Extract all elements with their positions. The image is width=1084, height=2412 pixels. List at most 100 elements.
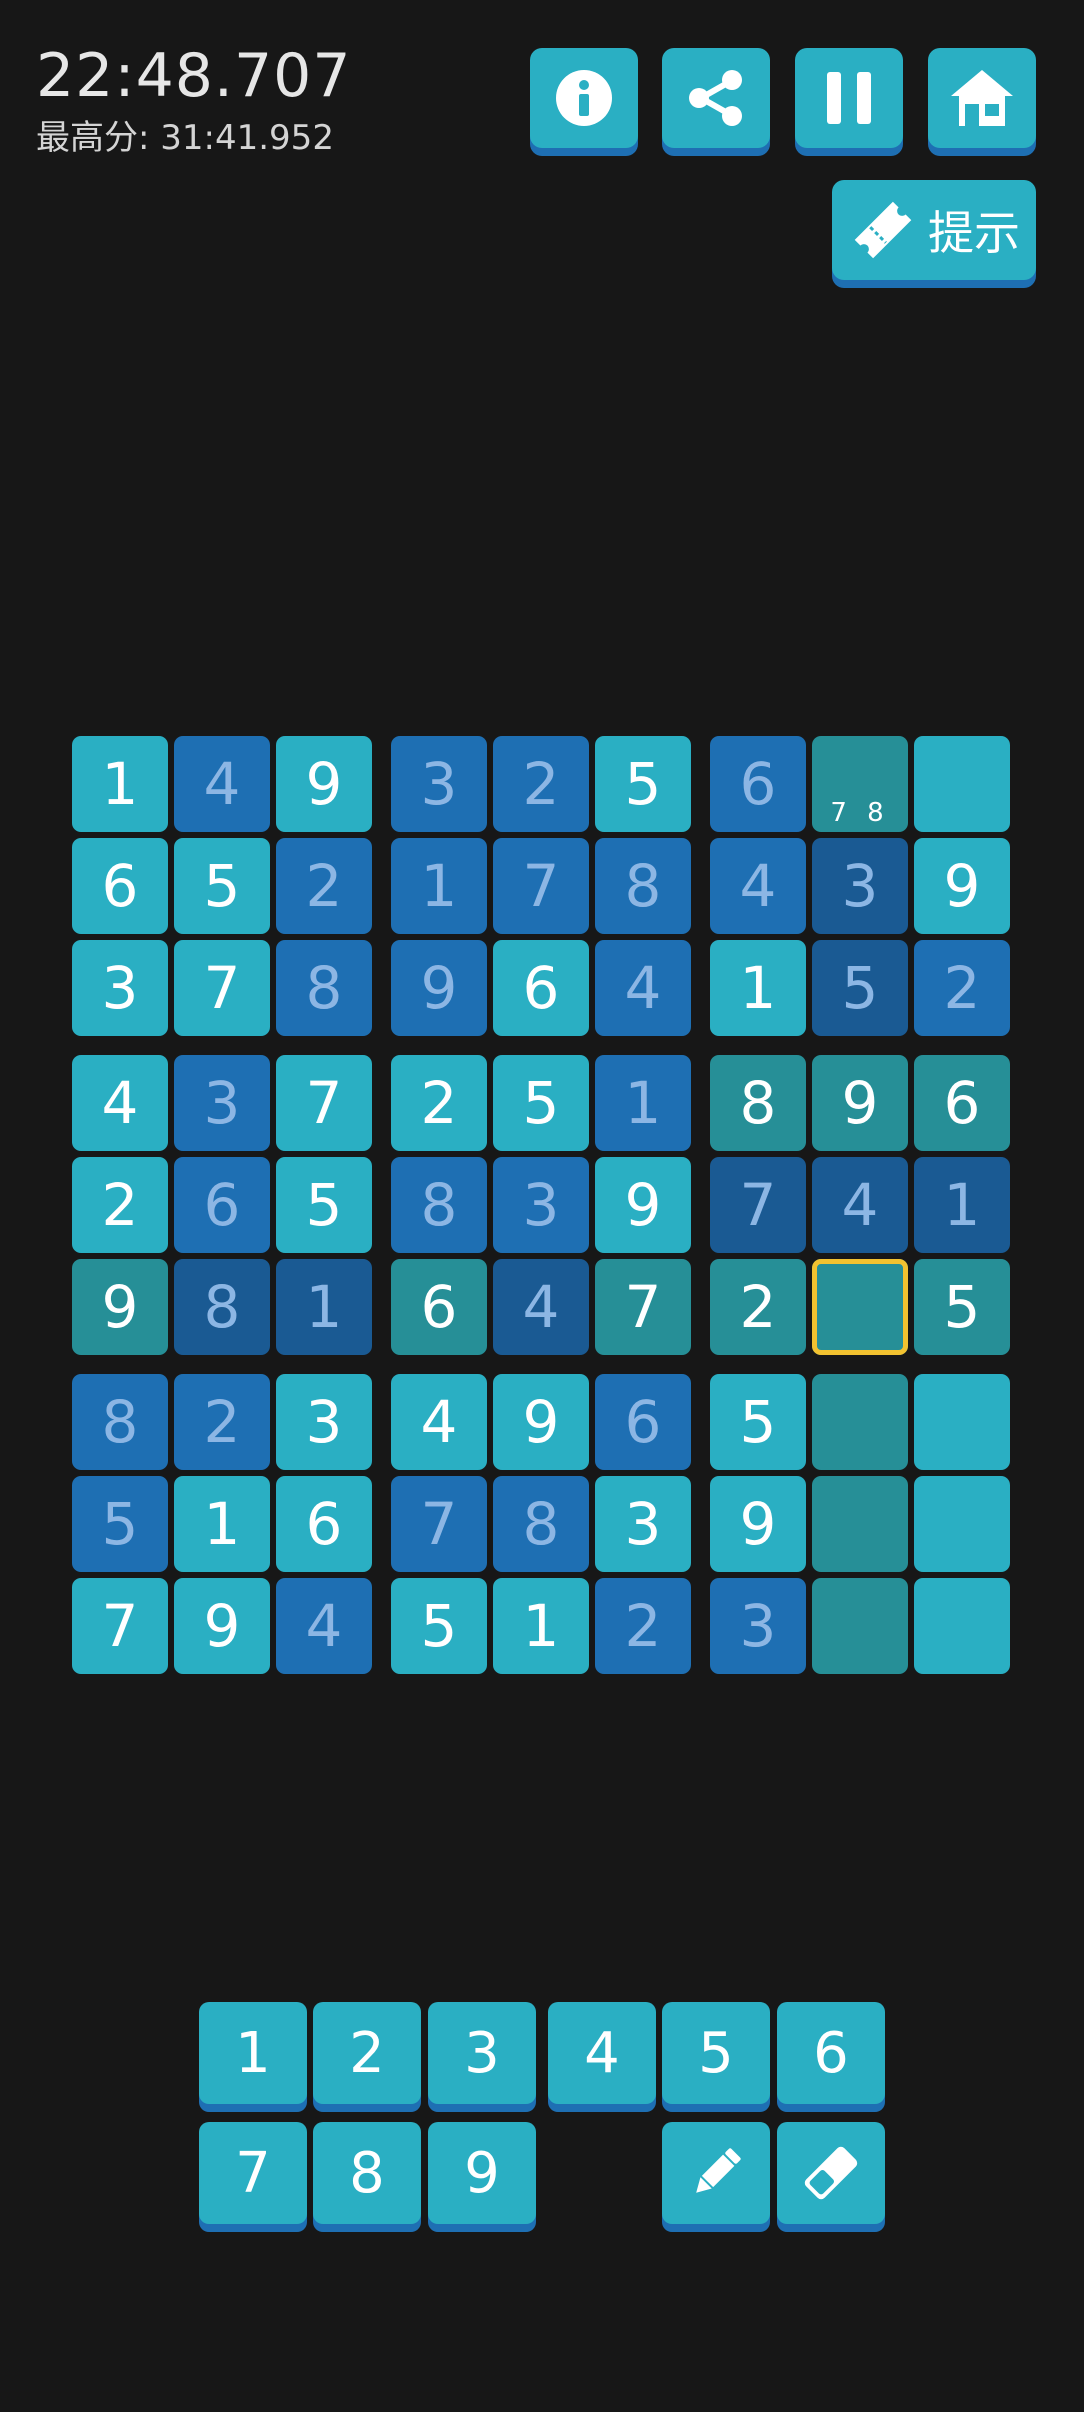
board-cell[interactable]: 1	[391, 838, 487, 934]
digit-button-4[interactable]: 4	[548, 2002, 656, 2104]
board-cell[interactable]: 5	[493, 1055, 589, 1151]
board-cell[interactable]: 6	[174, 1157, 270, 1253]
board-cell[interactable]: 2	[710, 1259, 806, 1355]
board-cell[interactable]: 1	[72, 736, 168, 832]
board-cell[interactable]: 9	[914, 838, 1010, 934]
board-cell[interactable]: 1	[276, 1259, 372, 1355]
board-cell[interactable]: 7	[72, 1578, 168, 1674]
digit-button-7[interactable]: 7	[199, 2122, 307, 2224]
board-cell[interactable]	[812, 1578, 908, 1674]
board-cell[interactable]	[914, 1374, 1010, 1470]
pencil-button[interactable]	[662, 2122, 770, 2224]
board-cell[interactable]: 3	[493, 1157, 589, 1253]
digit-button-9[interactable]: 9	[428, 2122, 536, 2224]
board-cell[interactable]: 5	[812, 940, 908, 1036]
board-cell[interactable]: 2	[174, 1374, 270, 1470]
board-cell[interactable]: 3	[72, 940, 168, 1036]
board-cell[interactable]: 9	[595, 1157, 691, 1253]
digit-button-1[interactable]: 1	[199, 2002, 307, 2104]
board-cell[interactable]: 5	[595, 736, 691, 832]
cell-value: 4	[101, 1069, 139, 1137]
board-cell[interactable]	[914, 1578, 1010, 1674]
board-cell[interactable]	[812, 1476, 908, 1572]
board-cell[interactable]: 4	[493, 1259, 589, 1355]
board-cell[interactable]: 9	[710, 1476, 806, 1572]
board-cell[interactable]: 7	[174, 940, 270, 1036]
board-cell[interactable]: 8	[595, 838, 691, 934]
board-cell[interactable]: 8	[493, 1476, 589, 1572]
board-cell[interactable]: 6	[914, 1055, 1010, 1151]
board-cell[interactable]: 8	[276, 940, 372, 1036]
board-cell[interactable]: 1	[595, 1055, 691, 1151]
board-cell[interactable]: 7 8	[812, 736, 908, 832]
board-cell[interactable]: 2	[391, 1055, 487, 1151]
digit-button-6[interactable]: 6	[777, 2002, 885, 2104]
home-button[interactable]	[928, 48, 1036, 148]
board-cell[interactable]: 8	[174, 1259, 270, 1355]
board-cell[interactable]: 7	[710, 1157, 806, 1253]
pause-button[interactable]	[795, 48, 903, 148]
board-cell[interactable]: 4	[595, 940, 691, 1036]
board-cell[interactable]: 4	[812, 1157, 908, 1253]
board-cell[interactable]: 6	[493, 940, 589, 1036]
share-button[interactable]	[662, 48, 770, 148]
board-cell[interactable]: 6	[276, 1476, 372, 1572]
board-cell[interactable]: 5	[391, 1578, 487, 1674]
digit-button-2[interactable]: 2	[313, 2002, 421, 2104]
board-cell[interactable]: 8	[72, 1374, 168, 1470]
board-cell[interactable]: 3	[174, 1055, 270, 1151]
board-cell[interactable]: 3	[595, 1476, 691, 1572]
board-cell[interactable]: 7	[391, 1476, 487, 1572]
board-cell[interactable]: 7	[493, 838, 589, 934]
cell-value: 6	[522, 954, 560, 1022]
board-cell[interactable]: 9	[276, 736, 372, 832]
board-cell[interactable]: 6	[72, 838, 168, 934]
board-cell[interactable]: 2	[493, 736, 589, 832]
digit-button-8[interactable]: 8	[313, 2122, 421, 2224]
board-cell[interactable]: 1	[493, 1578, 589, 1674]
board-cell[interactable]: 1	[710, 940, 806, 1036]
cell-value: 2	[943, 954, 981, 1022]
board-cell[interactable]: 6	[595, 1374, 691, 1470]
board-cell[interactable]: 4	[174, 736, 270, 832]
board-cell[interactable]: 7	[595, 1259, 691, 1355]
board-cell[interactable]: 5	[276, 1157, 372, 1253]
board-cell[interactable]: 9	[391, 940, 487, 1036]
board-cell[interactable]: 4	[72, 1055, 168, 1151]
board-cell[interactable]: 9	[72, 1259, 168, 1355]
board-cell[interactable]	[914, 736, 1010, 832]
board-cell[interactable]	[914, 1476, 1010, 1572]
board-cell[interactable]: 2	[914, 940, 1010, 1036]
board-cell[interactable]: 3	[812, 838, 908, 934]
board-cell[interactable]: 5	[914, 1259, 1010, 1355]
board-cell[interactable]: 7	[276, 1055, 372, 1151]
board-cell[interactable]: 3	[276, 1374, 372, 1470]
board-cell[interactable]: 2	[72, 1157, 168, 1253]
board-cell[interactable]: 6	[391, 1259, 487, 1355]
board-cell[interactable]: 2	[276, 838, 372, 934]
board-cell[interactable]: 3	[710, 1578, 806, 1674]
board-cell[interactable]: 1	[914, 1157, 1010, 1253]
board-cell[interactable]: 4	[710, 838, 806, 934]
board-cell[interactable]: 9	[174, 1578, 270, 1674]
hint-button[interactable]: 提示	[832, 180, 1036, 280]
board-cell[interactable]: 9	[493, 1374, 589, 1470]
board-cell[interactable]: 1	[174, 1476, 270, 1572]
info-button[interactable]	[530, 48, 638, 148]
digit-button-5[interactable]: 5	[662, 2002, 770, 2104]
board-cell[interactable]	[812, 1374, 908, 1470]
board-cell[interactable]: 8	[710, 1055, 806, 1151]
board-cell[interactable]: 5	[710, 1374, 806, 1470]
eraser-button[interactable]	[777, 2122, 885, 2224]
board-cell[interactable]: 5	[174, 838, 270, 934]
board-cell[interactable]: 4	[276, 1578, 372, 1674]
board-cell[interactable]: 2	[595, 1578, 691, 1674]
digit-button-3[interactable]: 3	[428, 2002, 536, 2104]
board-cell[interactable]: 3	[391, 736, 487, 832]
board-cell[interactable]: 8	[391, 1157, 487, 1253]
board-cell[interactable]: 5	[72, 1476, 168, 1572]
board-cell[interactable]: 4	[391, 1374, 487, 1470]
board-cell[interactable]: 6	[710, 736, 806, 832]
board-cell[interactable]: 9	[812, 1055, 908, 1151]
board-cell[interactable]	[812, 1259, 908, 1355]
